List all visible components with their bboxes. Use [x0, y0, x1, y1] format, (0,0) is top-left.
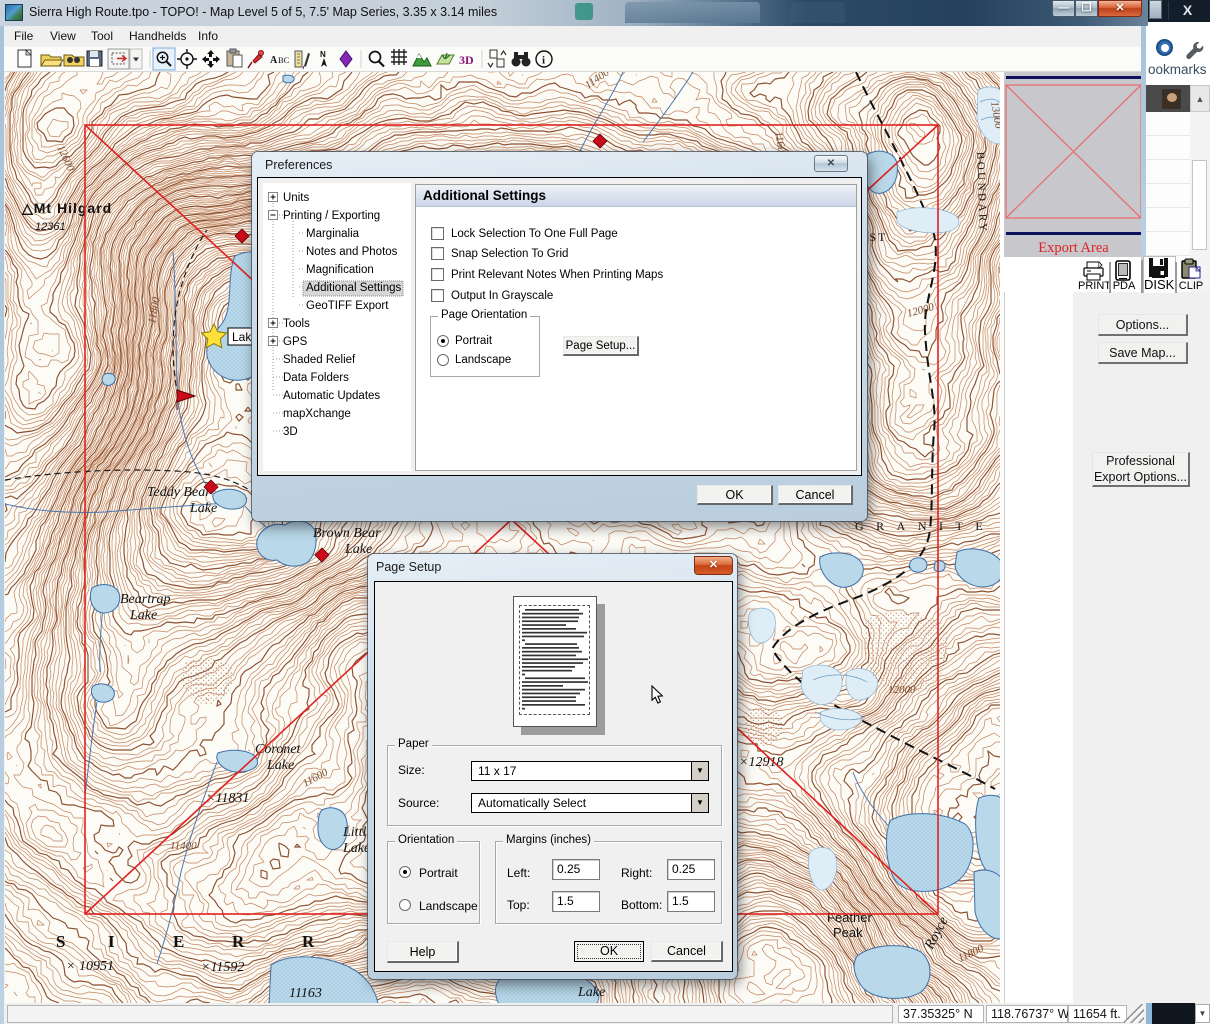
- svg-text:3D: 3D: [459, 53, 474, 67]
- svg-text:Notes and Photos: Notes and Photos: [306, 246, 398, 258]
- svg-text:Peak: Peak: [833, 925, 863, 940]
- svg-text:Lake: Lake: [266, 758, 294, 773]
- svg-text:Beartrap: Beartrap: [120, 592, 171, 607]
- svg-text:I: I: [108, 932, 115, 951]
- svg-text:Feather: Feather: [827, 910, 872, 925]
- svg-text:11400: 11400: [170, 840, 197, 852]
- svg-text:Tools: Tools: [283, 318, 310, 330]
- svg-text:Lake: Lake: [342, 841, 370, 856]
- svg-text:12361: 12361: [35, 221, 66, 233]
- svg-text:Shaded Relief: Shaded Relief: [283, 354, 356, 366]
- svg-text:N: N: [320, 50, 326, 59]
- svg-text:Brown Bear: Brown Bear: [313, 526, 381, 541]
- svg-text:GRANITE: GRANITE: [855, 519, 995, 533]
- svg-text:△Mt Hilgard: △Mt Hilgard: [21, 200, 112, 216]
- svg-text:Lak: Lak: [232, 330, 252, 344]
- svg-text:GPS: GPS: [283, 336, 308, 348]
- svg-text:3D: 3D: [283, 426, 298, 438]
- svg-text:×11831: ×11831: [206, 791, 249, 806]
- svg-text:GeoTIFF Export: GeoTIFF Export: [306, 300, 389, 312]
- svg-text:Lake: Lake: [189, 501, 217, 516]
- svg-text:Printing / Exporting: Printing / Exporting: [283, 210, 380, 222]
- svg-text:Automatic Updates: Automatic Updates: [283, 390, 380, 402]
- svg-text:Units: Units: [283, 192, 309, 204]
- svg-text:Lake: Lake: [129, 608, 157, 623]
- svg-text:Data Folders: Data Folders: [283, 372, 349, 384]
- svg-text:R: R: [232, 932, 245, 951]
- svg-text:× 10951: × 10951: [66, 959, 114, 974]
- svg-text:11163: 11163: [289, 986, 322, 1001]
- svg-text:Magnification: Magnification: [306, 264, 374, 276]
- svg-text:i: i: [542, 55, 545, 67]
- svg-text:mapXchange: mapXchange: [283, 408, 351, 420]
- svg-text:S: S: [56, 932, 65, 951]
- svg-text:Littl: Littl: [342, 825, 366, 840]
- svg-text:R: R: [302, 932, 315, 951]
- svg-text:Teddy Bear: Teddy Bear: [147, 485, 211, 500]
- svg-text:Additional Settings: Additional Settings: [306, 282, 402, 294]
- svg-text:Marginalia: Marginalia: [306, 228, 360, 240]
- svg-text:×12918: ×12918: [739, 755, 783, 770]
- svg-text:BC: BC: [278, 55, 290, 65]
- svg-text:×11592: ×11592: [201, 960, 244, 975]
- svg-text:E: E: [173, 932, 184, 951]
- svg-text:A: A: [270, 55, 278, 66]
- svg-text:Lake: Lake: [344, 542, 372, 557]
- svg-text:Lake: Lake: [577, 985, 605, 1000]
